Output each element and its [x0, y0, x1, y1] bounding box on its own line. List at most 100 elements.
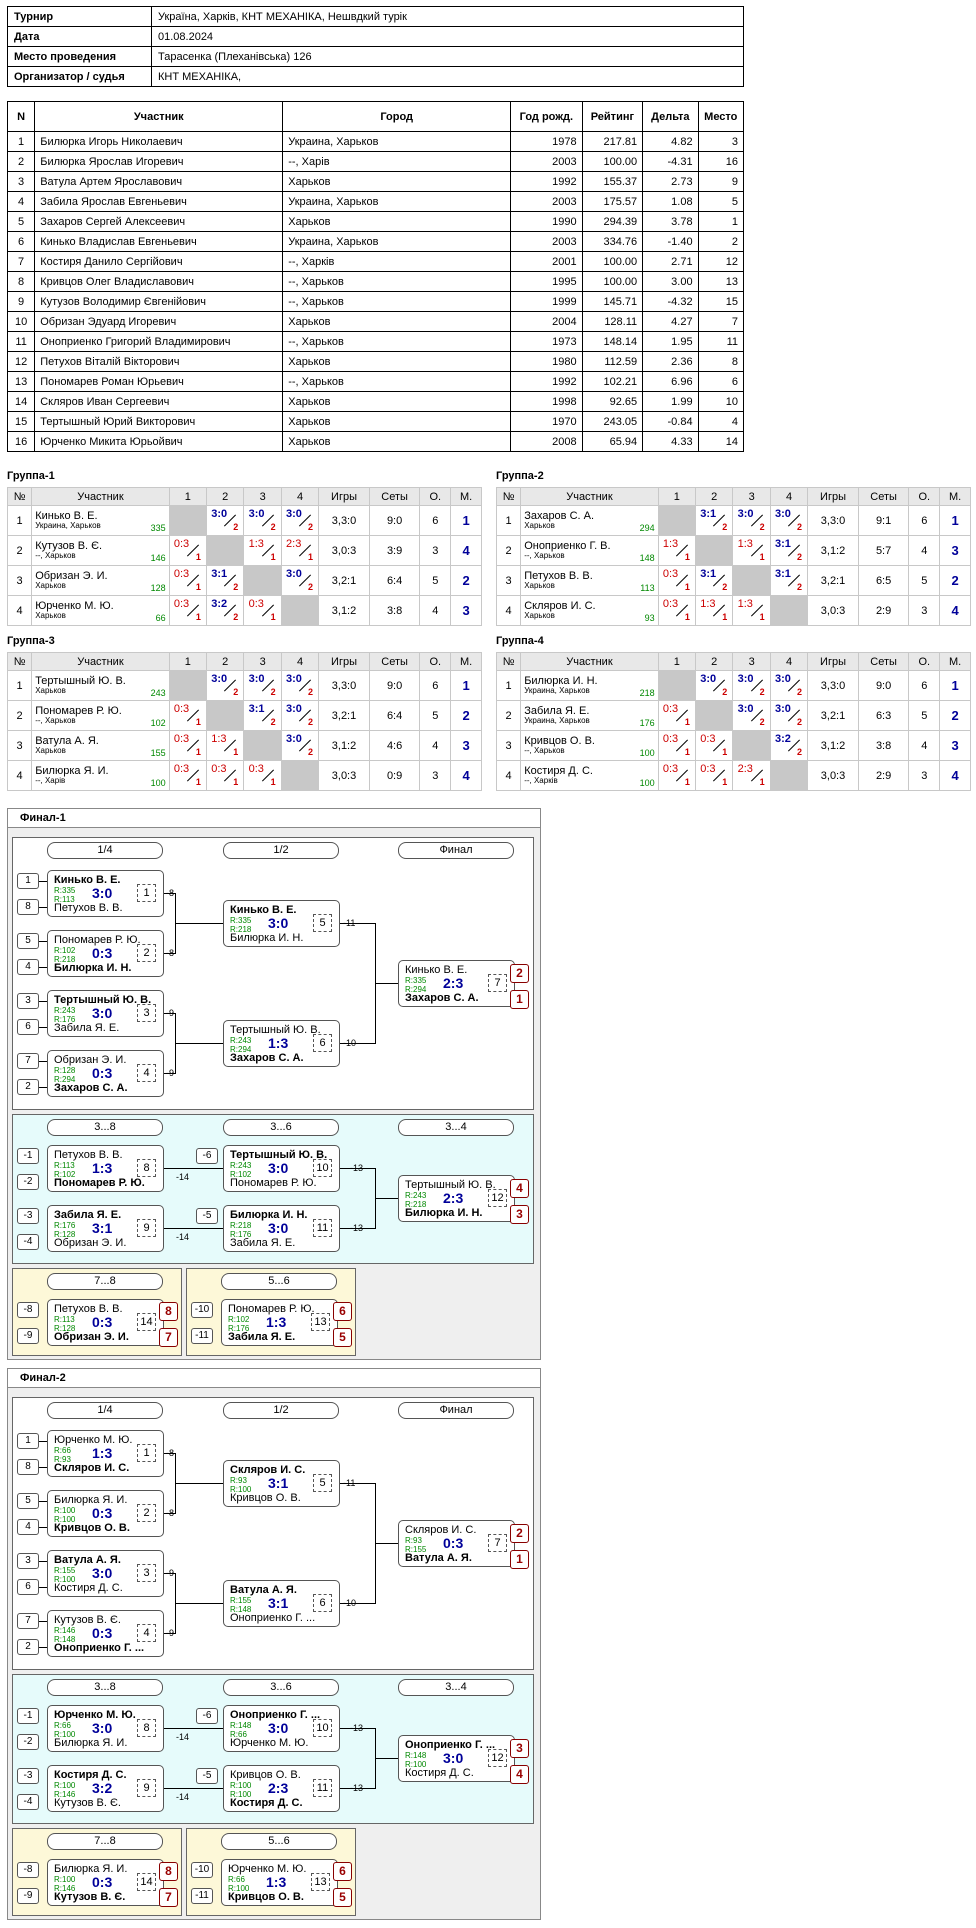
score-points: 1	[759, 552, 765, 562]
group-games: 3,1:2	[807, 535, 859, 566]
score-text: 3:0	[775, 508, 791, 520]
match-number: 3	[137, 1564, 156, 1582]
player-cell: 2004	[510, 311, 583, 332]
bracket-line	[164, 1228, 223, 1229]
group-col-header: О.	[419, 652, 452, 671]
score-text: 0:3	[173, 703, 190, 715]
score-points: 1	[684, 552, 690, 562]
group-sets: 3:8	[857, 730, 910, 761]
player-cell: Украина, Харьков	[282, 191, 512, 212]
group-result-cell: 1:3 1	[695, 595, 734, 626]
match-player-b: Кривцов О. В.	[228, 1891, 304, 1903]
match-player-b: Оноприенко Г. ...	[230, 1612, 316, 1624]
group-col-header: Участник	[520, 487, 659, 506]
player-rating: 66	[155, 612, 166, 623]
match-score: 0:3 1	[699, 731, 729, 757]
bracket-line	[39, 1647, 47, 1648]
score-points: 2	[722, 687, 728, 697]
match-score: 3:1 2	[699, 566, 729, 592]
group-place: 2	[450, 700, 482, 731]
bracket-line	[39, 1527, 47, 1528]
player-cell: 102.21	[581, 371, 644, 392]
player-cell: 2001	[510, 251, 583, 272]
group-points: 3	[908, 595, 941, 626]
player-cell: -4.32	[642, 291, 699, 312]
score-text: 3:0	[737, 673, 754, 685]
seed-box: -10	[191, 1862, 213, 1878]
group-row-num: 2	[495, 700, 522, 731]
player-cell: Харьков	[282, 211, 512, 232]
score-points: 1	[270, 552, 276, 562]
player-cell: --, Харьков	[282, 291, 512, 312]
seed-box: -3	[17, 1768, 39, 1784]
group-result-cell: 3:1 2	[243, 700, 282, 731]
seed-box: 8	[17, 899, 39, 915]
match-score: 3:0 2	[285, 731, 315, 757]
group-row-num: 4	[495, 760, 522, 791]
group-row: 4 Билюрка Я. И. --, Харів 100 0:3 1 0:3 1 0:3 1 3,…	[6, 760, 482, 791]
group-col-header: М.	[939, 652, 971, 671]
match-score: 1:3 1	[699, 596, 729, 622]
score-text: 3:0	[248, 673, 265, 685]
group-games: 3,3:0	[318, 505, 370, 536]
players-col-header: Год рожд.	[510, 101, 583, 132]
group-sets: 9:0	[368, 505, 421, 536]
player-city: --, Харьков	[35, 551, 76, 561]
bracket-match: Скляров И. С. R:93 R:100 3:1 5 Кривцов О. В.	[223, 1460, 340, 1507]
player-rating: 148	[639, 552, 655, 563]
group-place: 1	[939, 670, 971, 701]
player-cell: Юрченко Микита Юрьойвич	[34, 431, 284, 452]
match-score: 2:3 1	[737, 761, 767, 787]
score-points: 2	[308, 582, 314, 592]
tournament-info-table: Турнир Україна, Харків, КНТ МЕХАНІКА, Неш…	[7, 6, 744, 87]
group-row-num: 2	[6, 700, 33, 731]
score-text: 0:3	[211, 763, 227, 775]
player-cell: Петухов Віталій Вікторович	[34, 351, 284, 372]
group-sets: 9:0	[857, 670, 910, 701]
score-text: 0:3	[700, 763, 716, 775]
bracket-line	[164, 1728, 223, 1729]
bracket-7-8: 7...8 Петухов В. В. R:113 R:128 0:3 14 Обризан…	[12, 1268, 182, 1356]
match-score: 3:1 2	[210, 566, 240, 592]
final-title: Финал-2	[8, 1369, 540, 1388]
seed-box: 4	[17, 959, 39, 975]
group-sets: 2:9	[857, 760, 910, 791]
group-result-cell: 3:0 2	[280, 565, 320, 596]
group-diagonal-cell	[657, 670, 697, 701]
player-cell: 1992	[510, 371, 583, 392]
next-match-label: -13	[350, 1723, 364, 1733]
group-games: 3,1:2	[318, 730, 370, 761]
match-player-b: Билюрка И. Н.	[230, 932, 304, 944]
group-games: 3,2:1	[807, 700, 859, 731]
seed-box: 6	[17, 1579, 39, 1595]
group-col-header: Участник	[31, 487, 170, 506]
bracket-line	[39, 1061, 47, 1062]
score-points: 1	[684, 582, 690, 592]
group-col-header: 2	[206, 487, 245, 506]
score-text: 3:0	[737, 508, 754, 520]
group-header-row: № Участник 1 2 3 4 Игры Сеты О. М.	[6, 652, 482, 671]
bracket-7-8: 7...8 Билюрка Я. И. R:100 R:146 0:3 14 Кутузов…	[12, 1828, 182, 1916]
group-games: 3,2:1	[318, 565, 370, 596]
match-number: 12	[488, 1749, 507, 1767]
seed-box: 6	[17, 1019, 39, 1035]
group-games: 3,1:2	[318, 595, 370, 626]
group-result-cell: 0:3 1	[168, 535, 208, 566]
score-points: 2	[270, 717, 276, 727]
group-diagonal-cell	[243, 730, 282, 761]
player-cell: 100.00	[581, 271, 644, 292]
players-col-header: Город	[282, 101, 512, 132]
player-cell: 2003	[510, 191, 583, 212]
score-text: 1:3	[700, 598, 716, 610]
player-cell: 1.95	[642, 331, 699, 352]
score-points: 1	[308, 552, 314, 562]
info-row: Организатор / судья КНТ МЕХАНІКА,	[7, 66, 744, 87]
group-col-header: 4	[769, 652, 809, 671]
group-row-num: 3	[6, 730, 33, 761]
group-row: 3 Кривцов О. В. --, Харьков 100 0:3 1 0:3 1 3:2 2…	[495, 730, 971, 761]
group-result-cell: 0:3 1	[657, 565, 697, 596]
match-score: 1:3	[268, 1035, 289, 1051]
score-text: 3:1	[700, 568, 717, 580]
score-text: 3:1	[775, 538, 791, 550]
match-score: 2:3	[268, 1780, 289, 1796]
